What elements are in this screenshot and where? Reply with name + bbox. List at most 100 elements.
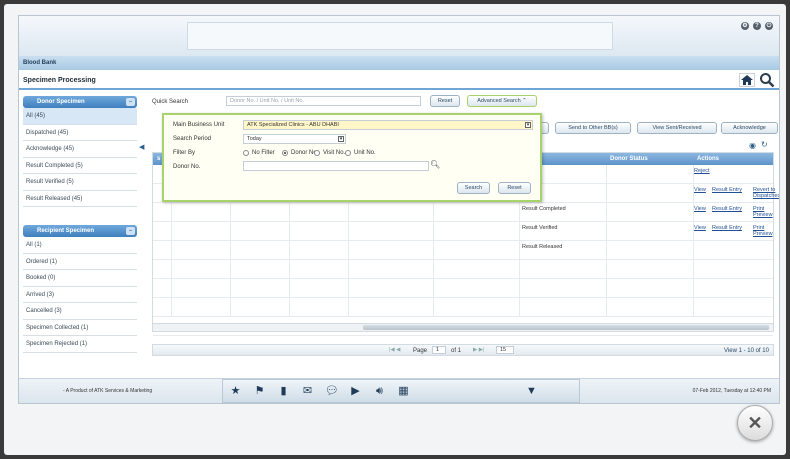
sidebar-item[interactable]: Acknowledge (45) xyxy=(23,141,137,158)
table-row xyxy=(153,279,773,298)
sidebar-item[interactable]: All (45) xyxy=(23,108,137,125)
refresh-icon[interactable]: ↻ xyxy=(761,140,768,149)
home-icon[interactable] xyxy=(739,73,755,87)
title-bar: Specimen Processing xyxy=(19,71,779,90)
chevron-down-icon: ▾ xyxy=(338,136,344,142)
table-row xyxy=(153,298,773,317)
action-link[interactable]: Revert to Dispatched xyxy=(753,187,779,199)
business-unit-value: ATK Specialized Clinics - ABU DHABI xyxy=(247,122,339,128)
quick-search-label: Quick Search xyxy=(152,99,189,105)
action-link[interactable]: Result Entry xyxy=(712,225,742,231)
action-link[interactable]: Reject xyxy=(694,168,710,174)
search-period-select[interactable]: Today ▾ xyxy=(243,134,346,144)
sidebar-item[interactable]: Cancelled (3) xyxy=(23,303,137,320)
table-row xyxy=(153,260,773,279)
book-icon[interactable]: ▮ xyxy=(277,385,290,397)
next-last-page-icon[interactable]: ▶ ▶| xyxy=(473,347,484,353)
donor-no-input[interactable] xyxy=(243,161,429,171)
footer-datetime: 07-Feb 2012, Tuesday at 12:40 PM xyxy=(692,388,771,394)
filter-radio[interactable] xyxy=(314,150,320,156)
popup-search-button[interactable]: Search xyxy=(457,182,490,194)
speaker-icon[interactable]: 🔊︎ xyxy=(373,385,386,397)
app-window: ⚙ ? ⏻ Blood Bank Specimen Processing Don… xyxy=(18,15,780,404)
sidebar-item[interactable]: Result Verified (5) xyxy=(23,174,137,191)
star-icon[interactable]: ★ xyxy=(229,385,242,397)
search-icon[interactable] xyxy=(759,72,775,88)
sidebar-item[interactable]: Result Completed (5) xyxy=(23,158,137,174)
donor-no-label: Donor No. xyxy=(173,164,201,170)
row-status: Result Completed xyxy=(522,206,566,212)
advanced-search-popup: Main Business Unit ATK Specialized Clini… xyxy=(162,113,542,202)
page-input[interactable]: 1 xyxy=(432,346,446,354)
view-sent-received-button[interactable]: View Sent/Received xyxy=(637,122,717,134)
collapse-sidebar-icon[interactable]: ◀ xyxy=(139,143,144,151)
action-link[interactable]: Print Preview xyxy=(753,225,773,237)
page-size-select[interactable]: 15 xyxy=(496,346,514,354)
action-link[interactable]: Result Entry xyxy=(712,206,742,212)
donor-specimen-header[interactable]: Donor Specimen – xyxy=(23,96,137,108)
quick-search-input[interactable]: Donor No. / Unit No. / Unit No. xyxy=(226,96,421,106)
scrollbar-thumb[interactable] xyxy=(363,325,769,330)
sidebar-item[interactable]: Arrived (3) xyxy=(23,287,137,303)
calendar-icon[interactable]: ▦ xyxy=(397,385,410,397)
recipient-specimen-list: All (1) Ordered (1) Booked (0) Arrived (3) C… xyxy=(23,237,137,353)
sidebar: Donor Specimen – All (45) Dispatched (45)… xyxy=(23,96,137,398)
sidebar-item[interactable]: Ordered (1) xyxy=(23,254,137,270)
col-header-donor-status: Donor Status xyxy=(610,156,648,162)
advanced-search-button[interactable]: Advanced Search ⌃ xyxy=(467,95,537,107)
page-of-label: of 1 xyxy=(451,348,462,354)
dock-bar: ★ ⚑ ▮ ✉ 💬︎ ▶ 🔊︎ ▦ ▼ xyxy=(222,379,580,403)
sidebar-item[interactable]: Result Released (45) xyxy=(23,191,137,207)
footer: - A Product of ATK Services & Marketing … xyxy=(19,378,779,403)
sidebar-item[interactable]: Booked (0) xyxy=(23,270,137,287)
grid-pager: |◀ ◀ Page 1 of 1 ▶ ▶| 15 View 1 - 10 of … xyxy=(152,344,774,356)
dock-toggle-icon[interactable]: ▼ xyxy=(525,385,538,397)
filter-radio[interactable] xyxy=(243,150,249,156)
eye-icon[interactable]: ◉ xyxy=(749,141,756,150)
grid-column-divider xyxy=(606,165,607,317)
power-icon[interactable]: ⏻ xyxy=(765,22,773,30)
filter-option-label: Visit No. xyxy=(323,150,346,156)
sidebar-item[interactable]: Specimen Collected (1) xyxy=(23,320,137,336)
business-unit-select[interactable]: ATK Specialized Clinics - ABU DHABI ▾ xyxy=(243,120,533,130)
pager-summary: View 1 - 10 of 10 xyxy=(724,348,769,354)
collapse-icon[interactable]: – xyxy=(126,98,135,106)
action-link[interactable]: View xyxy=(694,206,706,212)
chat-icon[interactable]: 💬︎ xyxy=(325,385,339,397)
flag-icon[interactable]: ⚑ xyxy=(253,385,266,397)
video-icon[interactable]: ▶ xyxy=(349,385,362,397)
horizontal-scrollbar[interactable] xyxy=(153,323,773,331)
donor-specimen-list: All (45) Dispatched (45) Acknowledge (45) R… xyxy=(23,108,137,207)
chevron-down-icon: ▾ xyxy=(525,122,531,128)
gear-icon[interactable]: ⚙ xyxy=(741,22,749,30)
filter-option-label: No Filter xyxy=(252,150,275,156)
recipient-specimen-title: Recipient Specimen xyxy=(37,228,95,234)
popup-reset-button[interactable]: Reset xyxy=(498,182,531,194)
action-link[interactable]: Result Entry xyxy=(712,187,742,193)
close-icon[interactable]: ✕ xyxy=(737,405,773,441)
top-icons: ⚙ ? ⏻ xyxy=(741,22,773,30)
advanced-search-label: Advanced Search xyxy=(477,98,521,104)
table-row xyxy=(153,203,773,222)
sidebar-item[interactable]: Specimen Rejected (1) xyxy=(23,336,137,353)
page-title: Specimen Processing xyxy=(23,77,96,84)
filter-radio[interactable] xyxy=(282,150,288,156)
sidebar-item[interactable]: Dispatched (45) xyxy=(23,125,137,141)
row-status: Result Verified xyxy=(522,225,558,231)
first-prev-page-icon[interactable]: |◀ ◀ xyxy=(389,347,400,353)
action-link[interactable]: View xyxy=(694,225,706,231)
acknowledge-button[interactable]: Acknowledge xyxy=(721,122,778,134)
action-link[interactable]: Print Preview xyxy=(753,206,773,218)
mail-icon[interactable]: ✉ xyxy=(301,385,314,397)
recipient-specimen-header[interactable]: Recipient Specimen – xyxy=(23,225,137,237)
action-link[interactable]: View xyxy=(694,187,706,193)
sidebar-item[interactable]: All (1) xyxy=(23,237,137,254)
banner-area xyxy=(187,22,613,50)
filter-radio[interactable] xyxy=(345,150,351,156)
help-icon[interactable]: ? xyxy=(753,22,761,30)
collapse-icon[interactable]: – xyxy=(126,227,135,235)
search-icon[interactable]: 🔍︎ xyxy=(430,160,440,169)
quick-reset-button[interactable]: Reset xyxy=(430,95,460,107)
top-band: ⚙ ? ⏻ xyxy=(19,16,779,56)
send-other-bb-button[interactable]: Send to Other BB(s) xyxy=(555,122,631,134)
